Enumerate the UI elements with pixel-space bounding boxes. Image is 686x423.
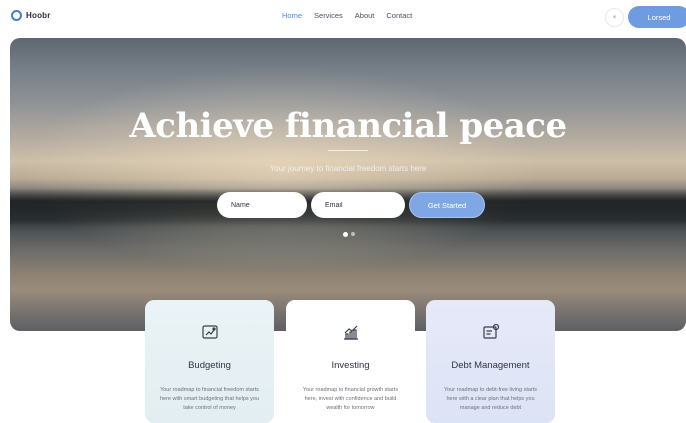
hero-divider xyxy=(328,150,368,151)
brand-name: Hoobr xyxy=(26,11,51,20)
nav-link-home[interactable]: Home xyxy=(282,11,302,20)
top-nav: Hoobr Home Services About Contact × Lors… xyxy=(0,0,686,34)
service-card-investing[interactable]: Investing Your roadmap to financial grow… xyxy=(286,300,415,423)
card-description: Your roadmap to financial growth starts … xyxy=(302,387,399,411)
carousel-dot[interactable] xyxy=(343,232,348,237)
service-card-debt-management[interactable]: Debt Management Your roadmap to debt-fre… xyxy=(426,300,555,423)
get-started-button[interactable]: Get Started xyxy=(409,192,485,218)
close-icon: × xyxy=(612,14,617,21)
card-title: Investing xyxy=(331,360,370,371)
hero-banner: Achieve financial peace Your journey to … xyxy=(10,38,686,331)
card-description: Your roadmap to financial freedom starts… xyxy=(159,387,260,411)
brand-logo[interactable]: Hoobr xyxy=(11,10,51,21)
logo-ring-icon xyxy=(11,10,22,21)
name-input[interactable] xyxy=(217,192,307,218)
signup-form: Get Started xyxy=(217,192,485,218)
carousel-dot[interactable] xyxy=(351,232,355,236)
hero-sunset-glow xyxy=(10,38,686,331)
card-title: Debt Management xyxy=(451,360,530,371)
nav-links: Home Services About Contact xyxy=(282,11,412,20)
email-input[interactable] xyxy=(311,192,405,218)
carousel-dots xyxy=(343,232,355,237)
growth-chart-icon xyxy=(286,322,415,342)
budget-chart-icon xyxy=(145,322,274,342)
debt-document-icon xyxy=(426,322,555,342)
nav-link-services[interactable]: Services xyxy=(314,11,343,20)
card-description: Your roadmap to debt-free living starts … xyxy=(443,387,538,411)
service-card-budgeting[interactable]: Budgeting Your roadmap to financial free… xyxy=(145,300,274,423)
nav-cta-button[interactable]: Lorsed xyxy=(628,6,686,28)
close-button[interactable]: × xyxy=(605,8,624,27)
nav-link-contact[interactable]: Contact xyxy=(386,11,412,20)
card-title: Budgeting xyxy=(188,360,231,371)
hero-title: Achieve financial peace xyxy=(129,106,567,146)
hero-subtitle: Your journey to financial freedom starts… xyxy=(269,164,427,173)
nav-link-about[interactable]: About xyxy=(355,11,375,20)
